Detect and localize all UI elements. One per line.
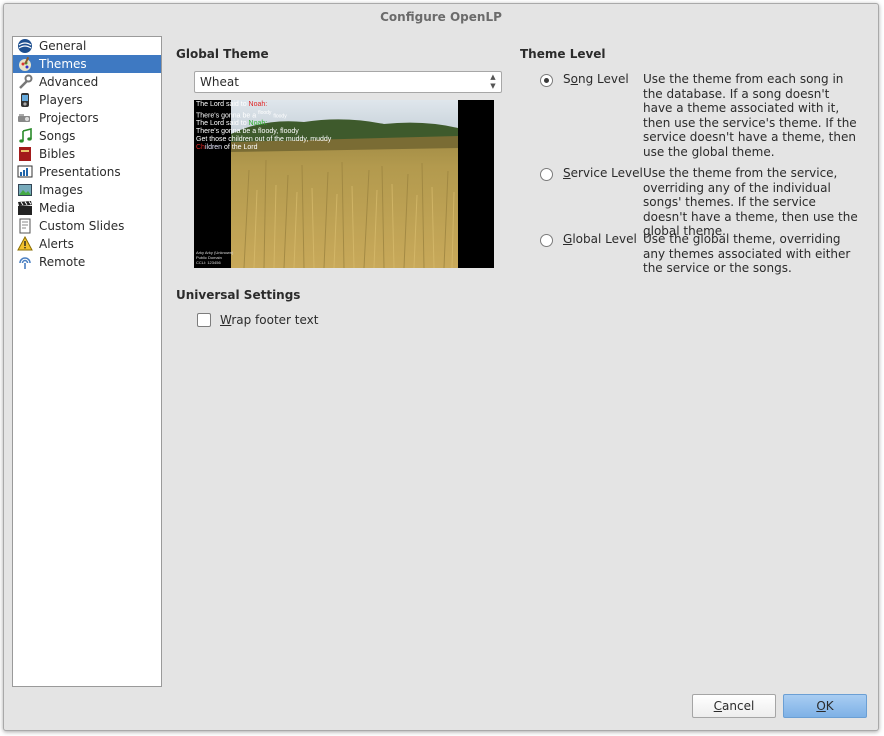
global-level-radio[interactable]: [540, 234, 553, 247]
global-theme-heading: Global Theme: [176, 47, 269, 61]
sidebar-item-label: General: [39, 39, 87, 53]
sidebar-item-advanced[interactable]: Advanced: [13, 73, 161, 91]
service-level-label: Service Level: [563, 166, 643, 180]
wrap-footer-label: Wrap footer text: [220, 313, 319, 327]
sidebar-item-presentations[interactable]: Presentations: [13, 163, 161, 181]
song-level-label: Song Level: [563, 72, 629, 86]
sidebar-item-label: Songs: [39, 129, 76, 143]
sidebar-item-label: Alerts: [39, 237, 74, 251]
sidebar-item-players[interactable]: Players: [13, 91, 161, 109]
global-level-label: Global Level: [563, 232, 637, 246]
sidebar-item-label: Images: [39, 183, 83, 197]
sidebar-item-general[interactable]: General: [13, 37, 161, 55]
sidebar-item-label: Players: [39, 93, 83, 107]
sidebar-item-custom-slides[interactable]: Custom Slides: [13, 217, 161, 235]
theme-level-heading: Theme Level: [520, 47, 606, 61]
cancel-button[interactable]: Cancel: [692, 694, 776, 718]
sidebar-item-songs[interactable]: Songs: [13, 127, 161, 145]
configure-dialog: Configure OpenLP General Themes Advanced…: [3, 3, 879, 731]
combo-updown-icon: ▲ ▼: [490, 73, 496, 90]
song-level-radio[interactable]: [540, 74, 553, 87]
remote-signal-icon: [17, 254, 33, 270]
sidebar-item-bibles[interactable]: Bibles: [13, 145, 161, 163]
sidebar-item-label: Bibles: [39, 147, 76, 161]
bible-book-icon: [17, 146, 33, 162]
service-level-radio[interactable]: [540, 168, 553, 181]
sidebar-item-images[interactable]: Images: [13, 181, 161, 199]
global-theme-select[interactable]: Wheat ▲ ▼: [194, 71, 502, 93]
ok-button[interactable]: OK: [783, 694, 867, 718]
global-theme-value: Wheat: [200, 75, 239, 89]
service-level-description: Use the theme from the service, overridi…: [643, 166, 858, 238]
sidebar-item-themes[interactable]: Themes: [13, 55, 161, 73]
custom-slide-icon: [17, 218, 33, 234]
radio-selected-dot: [544, 78, 549, 83]
presentation-chart-icon: [17, 164, 33, 180]
preview-footer: Arky Arky (Unknown) Public Domain CCLI: …: [196, 250, 234, 265]
sidebar-item-label: Media: [39, 201, 76, 215]
sidebar-item-label: Projectors: [39, 111, 99, 125]
warning-icon: [17, 236, 33, 252]
sidebar-item-label: Advanced: [39, 75, 99, 89]
sidebar-item-remote[interactable]: Remote: [13, 253, 161, 271]
dialog-title: Configure OpenLP: [380, 10, 502, 24]
wrap-footer-checkbox[interactable]: [197, 313, 211, 327]
sidebar-item-label: Remote: [39, 255, 86, 269]
global-level-description: Use the global theme, overriding any the…: [643, 232, 851, 275]
clapperboard-icon: [17, 200, 33, 216]
sidebar-item-label: Themes: [39, 57, 87, 71]
projector-icon: [17, 110, 33, 126]
music-note-icon: [17, 128, 33, 144]
wrench-icon: [17, 74, 33, 90]
themes-paintbrush-icon: [17, 56, 33, 72]
universal-settings-heading: Universal Settings: [176, 288, 301, 302]
sidebar-item-media[interactable]: Media: [13, 199, 161, 217]
sidebar-item-projectors[interactable]: Projectors: [13, 109, 161, 127]
settings-sidebar: General Themes Advanced Players Projecto…: [12, 36, 162, 687]
openlp-globe-icon: [17, 38, 33, 54]
wrap-footer-option[interactable]: Wrap footer text: [197, 313, 318, 327]
image-icon: [17, 182, 33, 198]
sidebar-item-alerts[interactable]: Alerts: [13, 235, 161, 253]
song-level-description: Use the theme from each song in the data…: [643, 72, 857, 159]
theme-preview: The Lord said to Noah: There's gonna be …: [194, 100, 494, 268]
preview-lyrics: The Lord said to Noah: There's gonna be …: [196, 101, 332, 152]
sidebar-item-label: Custom Slides: [39, 219, 125, 233]
sidebar-item-label: Presentations: [39, 165, 121, 179]
media-player-icon: [17, 92, 33, 108]
